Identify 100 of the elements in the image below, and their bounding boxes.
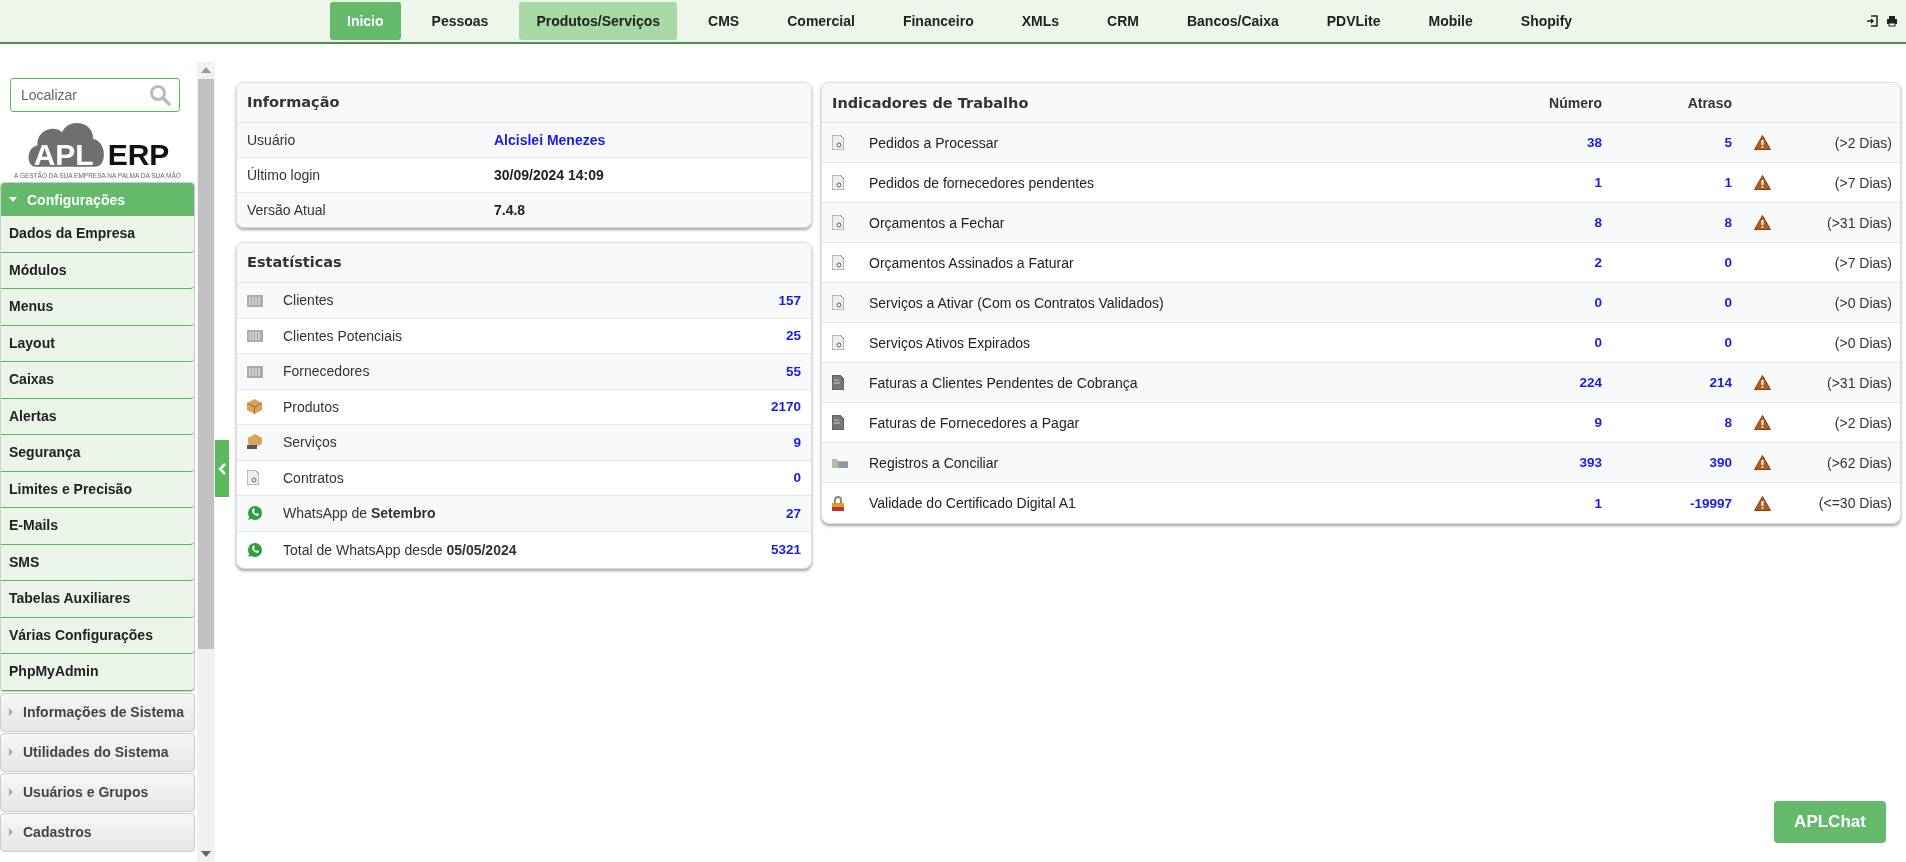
indicator-label: Orçamentos a Fechar bbox=[869, 214, 1006, 231]
column-header: Número bbox=[1548, 94, 1602, 111]
delay-count[interactable]: 390 bbox=[1602, 455, 1732, 470]
nav-tab[interactable]: XMLs bbox=[1004, 2, 1077, 40]
indicator-count[interactable]: 224 bbox=[1502, 375, 1602, 390]
stat-count[interactable]: 0 bbox=[793, 470, 801, 486]
sidebar-item[interactable]: Menus bbox=[1, 289, 194, 326]
threshold-text: (>31 Dias) bbox=[1826, 214, 1892, 231]
stat-count[interactable]: 9 bbox=[793, 434, 801, 450]
sidebar-item[interactable]: E-Mails bbox=[1, 508, 194, 545]
delay-count[interactable]: 214 bbox=[1602, 375, 1732, 390]
delay-count[interactable]: 0 bbox=[1602, 255, 1732, 270]
indicator-label: Pedidos a Processar bbox=[869, 134, 1000, 151]
sidebar-item[interactable]: Limites e Precisão bbox=[1, 471, 194, 509]
indicator-count[interactable]: 2 bbox=[1502, 255, 1602, 270]
nav-tab[interactable]: Shopify bbox=[1503, 2, 1590, 40]
box-icon bbox=[247, 399, 262, 415]
nav-tab[interactable]: Mobile bbox=[1411, 2, 1490, 40]
threshold-text: (>0 Dias) bbox=[1833, 294, 1892, 311]
stat-count[interactable]: 5321 bbox=[770, 542, 801, 557]
indicator-count[interactable]: 9 bbox=[1502, 415, 1602, 430]
stat-count[interactable]: 25 bbox=[785, 328, 801, 344]
indicator-count[interactable]: 0 bbox=[1502, 335, 1602, 350]
nav-tab[interactable]: Bancos/Caixa bbox=[1169, 2, 1296, 40]
lock-icon bbox=[832, 495, 844, 511]
sidebar-item[interactable]: Módulos bbox=[1, 252, 194, 290]
info-label: Versão Atual bbox=[247, 202, 327, 218]
delay-count[interactable]: 8 bbox=[1602, 415, 1732, 430]
chat-icon bbox=[247, 541, 263, 558]
indicator-count[interactable]: 0 bbox=[1502, 295, 1602, 310]
chat-icon bbox=[247, 505, 263, 522]
delay-count[interactable]: 0 bbox=[1602, 295, 1732, 310]
menu-group-header[interactable]: Informações de Sistema bbox=[1, 693, 194, 731]
nav-tab[interactable]: PDVLite bbox=[1309, 2, 1398, 40]
delay-count[interactable]: 5 bbox=[1602, 135, 1732, 150]
sidebar-item[interactable]: PhpMyAdmin bbox=[1, 654, 194, 691]
sidebar-item[interactable]: Alertas bbox=[1, 398, 194, 436]
sidebar-item[interactable]: Dados da Empresa bbox=[1, 216, 194, 253]
panel-title: Estatísticas bbox=[237, 243, 811, 283]
nav-tab[interactable]: Pessoas bbox=[414, 2, 506, 40]
stat-label: Total de WhatsApp desde 05/05/2024 bbox=[283, 541, 518, 558]
menu-group-header[interactable]: Cadastros bbox=[1, 813, 194, 851]
delay-count[interactable]: 1 bbox=[1602, 175, 1732, 190]
indicator-count[interactable]: 1 bbox=[1502, 175, 1602, 190]
nav-tab[interactable]: CRM bbox=[1090, 2, 1156, 40]
indicator-label: Serviços Ativos Expirados bbox=[869, 334, 1032, 351]
indicator-count[interactable]: 38 bbox=[1502, 135, 1602, 150]
indicator-label: Faturas a Clientes Pendentes de Cobrança bbox=[869, 374, 1139, 391]
stat-count[interactable]: 55 bbox=[785, 363, 801, 379]
indicator-label: Orçamentos Assinados a Faturar bbox=[869, 254, 1075, 271]
menu-group-header[interactable]: Utilidades do Sistema bbox=[1, 733, 194, 771]
folder-icon bbox=[832, 457, 848, 468]
delay-count[interactable]: -19997 bbox=[1602, 495, 1732, 511]
menu-group-header[interactable]: Usuários e Grupos bbox=[1, 773, 194, 811]
threshold-text: (>31 Dias) bbox=[1826, 374, 1892, 391]
print-icon[interactable] bbox=[1886, 15, 1898, 27]
threshold-text: (>62 Dias) bbox=[1826, 454, 1892, 471]
sidebar-item[interactable]: Várias Configurações bbox=[1, 617, 194, 655]
nav-tab[interactable]: Comercial bbox=[770, 2, 872, 40]
indicator-count[interactable]: 1 bbox=[1502, 495, 1602, 511]
document-icon bbox=[832, 135, 844, 150]
document-icon bbox=[832, 255, 844, 270]
sidebar-item[interactable]: Layout bbox=[1, 325, 194, 363]
scroll-down-icon[interactable] bbox=[201, 851, 211, 857]
indicator-count[interactable]: 8 bbox=[1502, 215, 1602, 230]
scrollbar[interactable] bbox=[197, 62, 215, 862]
stat-label: Clientes bbox=[283, 292, 335, 309]
building-icon bbox=[247, 329, 263, 343]
chevron-left-icon[interactable] bbox=[218, 462, 226, 475]
panel-title: Indicadores de Trabalho bbox=[832, 94, 1030, 111]
sidebar-item[interactable]: Segurança bbox=[1, 435, 194, 472]
sidebar-item[interactable]: SMS bbox=[1, 544, 194, 582]
logo-text: ERP bbox=[107, 140, 170, 170]
stat-count[interactable]: 2170 bbox=[770, 399, 801, 415]
user-link[interactable]: Alcislei Menezes bbox=[494, 132, 606, 148]
collapse-sidebar-button[interactable] bbox=[215, 440, 229, 497]
stat-count[interactable]: 157 bbox=[778, 292, 801, 308]
building-icon bbox=[247, 364, 263, 378]
info-label: Último login bbox=[247, 167, 322, 183]
stat-label: WhatsApp de Setembro bbox=[283, 505, 437, 522]
nav-tab[interactable]: CMS bbox=[691, 2, 757, 40]
logout-icon[interactable] bbox=[1866, 15, 1878, 27]
delay-count[interactable]: 0 bbox=[1602, 335, 1732, 350]
search-field[interactable]: Localizar bbox=[10, 78, 180, 112]
stat-label: Contratos bbox=[283, 469, 345, 486]
nav-tab[interactable]: Financeiro bbox=[885, 2, 991, 40]
delay-count[interactable]: 8 bbox=[1602, 215, 1732, 230]
indicator-count[interactable]: 393 bbox=[1502, 455, 1602, 470]
stat-label: Fornecedores bbox=[283, 363, 371, 380]
sidebar-item[interactable]: Tabelas Auxiliares bbox=[1, 581, 194, 618]
nav-tab[interactable]: Produtos/Serviços bbox=[519, 2, 678, 40]
search-icon[interactable] bbox=[149, 84, 171, 106]
document-icon bbox=[247, 470, 259, 486]
stat-label: Clientes Potenciais bbox=[283, 327, 404, 344]
threshold-text: (<=30 Dias) bbox=[1817, 495, 1892, 511]
stat-count[interactable]: 27 bbox=[785, 505, 801, 521]
logo-text: APL bbox=[33, 140, 94, 170]
scroll-up-icon[interactable] bbox=[201, 67, 211, 73]
sidebar-item[interactable]: Caixas bbox=[1, 362, 194, 399]
info-value: 7.4.8 bbox=[494, 202, 526, 218]
